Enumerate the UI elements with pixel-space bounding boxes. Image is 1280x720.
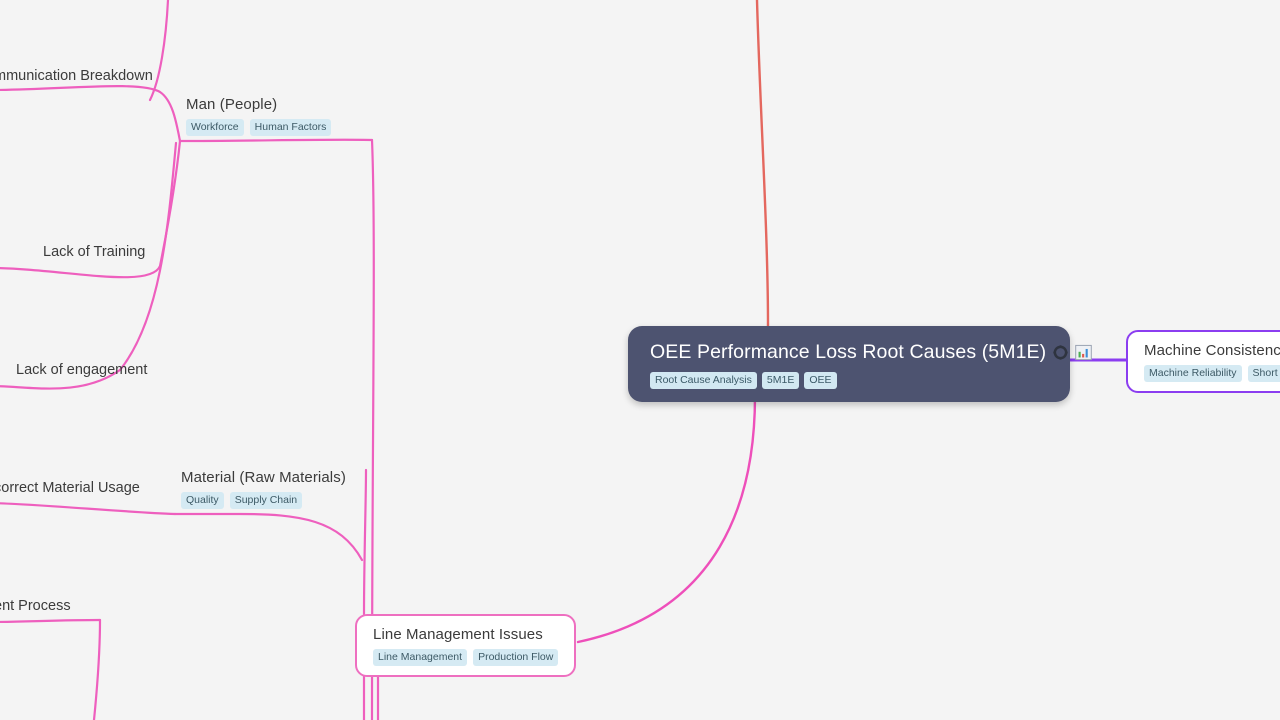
node-material-raw-materials[interactable]: Material (Raw Materials) Quality Supply … <box>181 468 346 509</box>
edge-process-branch <box>0 618 102 624</box>
tag-workforce[interactable]: Workforce <box>186 119 244 136</box>
leaf-inefficient-process[interactable]: ent Process <box>0 597 71 616</box>
leaf-label: mmunication Breakdown <box>0 68 153 84</box>
edge-line-management-spine-up <box>362 468 368 616</box>
node-man-people-tags: Workforce Human Factors <box>186 119 332 136</box>
edge-process-descend <box>92 618 102 720</box>
root-title-row: OEE Performance Loss Root Causes (5M1E) <box>650 340 1093 364</box>
edge-root-to-top <box>755 0 770 328</box>
edge-material-to-incorrect-usage <box>0 502 177 516</box>
leaf-label: Lack of Training <box>43 244 146 260</box>
tag-short-stops[interactable]: Short St <box>1247 365 1280 382</box>
node-man-people-title: Man (People) <box>186 96 278 113</box>
leaf-incorrect-material-usage[interactable]: correct Material Usage <box>0 479 140 498</box>
leaf-label: correct Material Usage <box>0 480 140 496</box>
node-line-management-tags: Line Management Production Flow <box>373 649 559 666</box>
leaf-label: ent Process <box>0 598 71 614</box>
node-machine-consistency-title: Machine Consistency <box>1144 342 1280 359</box>
node-machine-consistency[interactable]: Machine Consistency Machine Reliability … <box>1126 330 1280 393</box>
node-line-management-title: Line Management Issues <box>373 626 543 643</box>
leaf-lack-of-engagement[interactable]: Lack of engagement <box>16 361 147 380</box>
node-man-people[interactable]: Man (People) Workforce Human Factors <box>186 95 332 136</box>
root-tag[interactable]: OEE <box>804 372 837 389</box>
tag-production-flow[interactable]: Production Flow <box>473 649 559 666</box>
tag-human-factors[interactable]: Human Factors <box>249 119 332 136</box>
mindmap-canvas[interactable]: OEE Performance Loss Root Causes (5M1E) <box>0 0 1280 720</box>
edge-root-to-line-management <box>576 394 757 644</box>
root-tag[interactable]: 5M1E <box>761 372 800 389</box>
tag-machine-reliability[interactable]: Machine Reliability <box>1144 365 1242 382</box>
node-material-tags: Quality Supply Chain <box>181 492 346 509</box>
leaf-lack-of-training[interactable]: Lack of Training <box>43 243 145 262</box>
bar-chart-icon <box>1075 344 1093 361</box>
leaf-label: Lack of engagement <box>16 362 148 378</box>
root-tag[interactable]: Root Cause Analysis <box>650 372 757 389</box>
root-title: OEE Performance Loss Root Causes (5M1E) <box>650 341 1047 363</box>
gear-icon <box>1053 344 1068 360</box>
node-material-title: Material (Raw Materials) <box>181 469 346 486</box>
edge-spine-to-material <box>173 512 364 562</box>
tag-quality[interactable]: Quality <box>181 492 224 509</box>
edge-man-to-engagement <box>0 141 178 390</box>
edge-spine-to-man <box>178 138 374 143</box>
tag-line-management[interactable]: Line Management <box>373 649 468 666</box>
edge-man-to-communication <box>0 85 182 143</box>
root-node[interactable]: OEE Performance Loss Root Causes (5M1E) <box>628 326 1093 402</box>
node-machine-consistency-tags: Machine Reliability Short St <box>1144 365 1280 382</box>
tag-supply-chain[interactable]: Supply Chain <box>229 492 303 509</box>
node-line-management-issues[interactable]: Line Management Issues Line Management P… <box>355 614 577 677</box>
leaf-communication-breakdown[interactable]: mmunication Breakdown <box>0 67 153 86</box>
root-tag-row: Root Cause Analysis 5M1E OEE <box>650 372 1050 389</box>
